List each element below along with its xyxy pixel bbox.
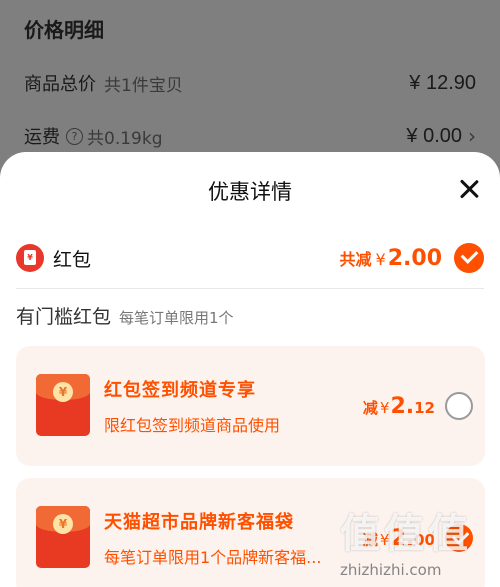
coupon-desc: 每笔订单限用1个品牌新客福... (104, 548, 322, 567)
goods-count: 共1件宝贝 (104, 75, 183, 96)
coupon-amount: 减 ¥ 2. 00 (362, 526, 435, 551)
discount-detail-sheet: 优惠详情 ¥ 红包 共减 ¥ 2.00 有门槛红包 每笔订单限用1个 ¥ 红包签… (0, 152, 500, 587)
red-envelope-icon: ¥ (36, 374, 90, 436)
coupon-card[interactable]: ¥ 天猫超市品牌新客福袋 每笔订单限用1个品牌新客福... 减 ¥ 2. 00 (16, 478, 485, 587)
coupon-radio-checked[interactable] (445, 524, 473, 552)
price-detail-title: 价格明细 (24, 18, 104, 42)
coupon-desc: 限红包签到频道商品使用 (104, 416, 281, 435)
coupon-title: 天猫超市品牌新客福袋 (104, 512, 294, 533)
shipping-row[interactable]: 运费 ? 共0.19kg ¥ 0.00 › (24, 121, 476, 151)
divider (16, 288, 484, 289)
chevron-right-icon: › (468, 124, 476, 148)
section-note: 每笔订单限用1个 (119, 309, 234, 327)
shipping-value: ¥ 0.00 (406, 124, 462, 147)
red-envelope-icon: ¥ (36, 506, 90, 568)
coupon-card[interactable]: ¥ 红包签到频道专享 限红包签到频道商品使用 减 ¥ 2. 12 (16, 346, 485, 466)
red-packet-label: 红包 (53, 248, 92, 271)
shipping-label: 运费 (24, 127, 60, 148)
close-icon[interactable] (458, 178, 480, 200)
goods-total-value: ¥ 12.90 (409, 71, 476, 94)
sheet-title: 优惠详情 (208, 180, 292, 204)
coupon-radio[interactable] (445, 392, 473, 420)
threshold-section-header: 有门槛红包 每笔订单限用1个 (16, 302, 234, 329)
red-packet-icon: ¥ (16, 244, 44, 272)
goods-total-row: 商品总价 共1件宝贝 ¥ 12.90 (24, 68, 476, 98)
help-icon[interactable]: ? (66, 127, 83, 145)
goods-total-label: 商品总价 (24, 74, 96, 95)
red-packet-row[interactable]: ¥ 红包 共减 ¥ 2.00 (16, 240, 484, 276)
red-packet-check-icon[interactable] (454, 243, 484, 273)
coupon-amount: 减 ¥ 2. 12 (362, 394, 435, 419)
red-packet-total: 共减 ¥ 2.00 (339, 245, 442, 271)
section-title: 有门槛红包 (16, 306, 112, 328)
shipping-weight: 共0.19kg (87, 128, 163, 149)
coupon-title: 红包签到频道专享 (104, 380, 256, 401)
